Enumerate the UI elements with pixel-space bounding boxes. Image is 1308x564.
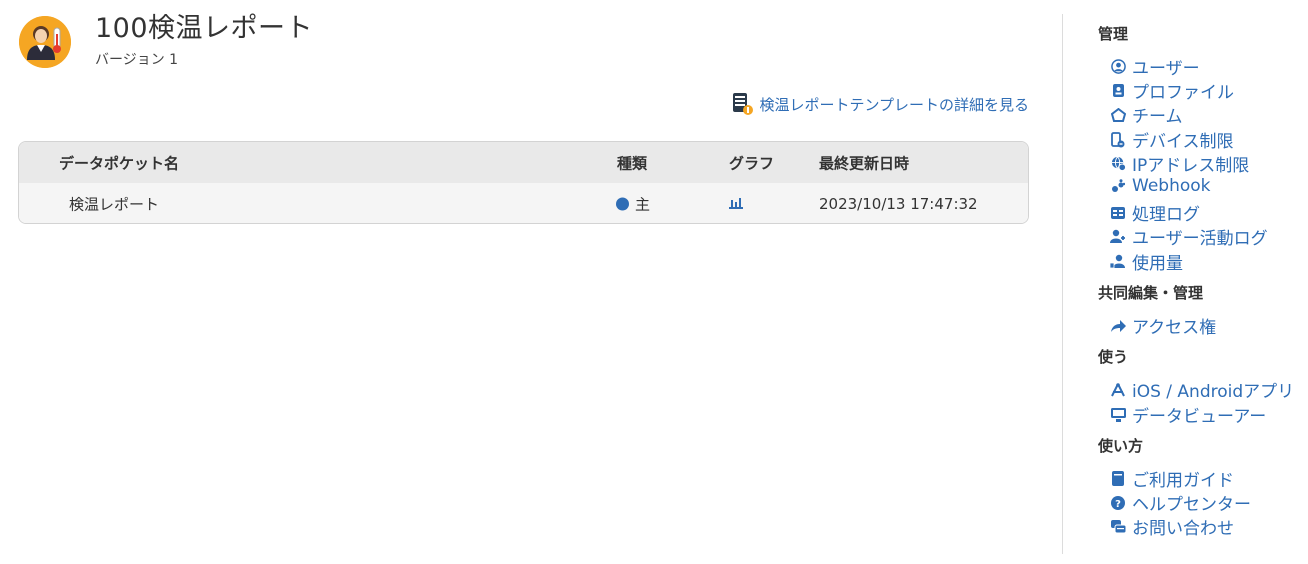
sidebar-item-team[interactable]: チーム bbox=[1110, 102, 1183, 127]
sidebar-item-label: Webhook bbox=[1132, 176, 1211, 196]
globe-icon bbox=[1110, 156, 1126, 172]
row-name[interactable]: 検温レポート bbox=[69, 193, 159, 214]
usage-icon bbox=[1110, 254, 1126, 270]
team-icon bbox=[1110, 107, 1126, 123]
webhook-icon bbox=[1110, 178, 1126, 194]
data-pocket-table: データポケット名 種類 グラフ 最終更新日時 検温レポート 主 2023/10/… bbox=[18, 141, 1029, 224]
sidebar-item-device-restriction[interactable]: デバイス制限 bbox=[1110, 127, 1234, 152]
sidebar-item-label: お問い合わせ bbox=[1132, 519, 1234, 539]
app-icon bbox=[1110, 382, 1126, 398]
sidebar-divider bbox=[1062, 14, 1063, 554]
help-icon: ? bbox=[1110, 495, 1126, 511]
sidebar-section-use: 使う bbox=[1098, 348, 1129, 366]
page-title: 100検温レポート bbox=[95, 13, 314, 44]
chat-icon bbox=[1110, 519, 1126, 535]
sidebar-item-label: 使用量 bbox=[1132, 254, 1183, 274]
sidebar-item-label: ユーザー bbox=[1132, 59, 1200, 79]
sidebar-section-howto: 使い方 bbox=[1098, 437, 1144, 455]
sidebar-item-label: ヘルプセンター bbox=[1132, 495, 1251, 515]
book-icon bbox=[1110, 471, 1126, 487]
app-icon bbox=[19, 16, 71, 68]
sidebar-section-collab: 共同編集・管理 bbox=[1098, 284, 1204, 302]
log-icon bbox=[1110, 205, 1126, 221]
sidebar-item-users[interactable]: ユーザー bbox=[1110, 54, 1200, 79]
sidebar-item-label: アクセス権 bbox=[1132, 318, 1217, 338]
template-link-label: 検温レポートテンプレートの詳細を見る bbox=[759, 95, 1029, 114]
sidebar-item-mobile-app[interactable]: iOS / Androidアプリ bbox=[1110, 377, 1294, 402]
device-restrict-icon bbox=[1110, 131, 1126, 148]
sidebar-item-webhook[interactable]: Webhook bbox=[1110, 176, 1210, 196]
id-card-icon bbox=[1110, 83, 1126, 99]
sidebar-item-label: データビューアー bbox=[1132, 407, 1267, 427]
sidebar-item-help-center[interactable]: ? ヘルプセンター bbox=[1110, 490, 1251, 515]
sidebar-item-label: チーム bbox=[1132, 107, 1183, 127]
column-header-kind: 種類 bbox=[617, 154, 648, 172]
monitor-icon bbox=[1110, 407, 1126, 423]
app-thermometer-person-icon bbox=[19, 16, 71, 68]
column-header-name: データポケット名 bbox=[59, 154, 180, 172]
sidebar-item-profile[interactable]: プロファイル bbox=[1110, 78, 1234, 103]
version-label: バージョン 1 bbox=[95, 52, 179, 68]
primary-dot-icon bbox=[616, 197, 629, 210]
column-header-graph: グラフ bbox=[729, 154, 775, 172]
template-detail-link[interactable]: 検温レポートテンプレートの詳細を見る bbox=[732, 92, 1029, 116]
bar-chart-icon[interactable] bbox=[729, 195, 743, 213]
template-icon bbox=[732, 92, 754, 116]
sidebar-item-label: プロファイル bbox=[1132, 83, 1234, 103]
sidebar-item-process-log[interactable]: 処理ログ bbox=[1110, 200, 1200, 225]
row-updated: 2023/10/13 17:47:32 bbox=[819, 194, 978, 213]
row-kind: 主 bbox=[616, 193, 650, 214]
user-circle-icon bbox=[1110, 59, 1126, 75]
sidebar-item-label: IPアドレス制限 bbox=[1132, 156, 1250, 176]
sidebar-item-data-viewer[interactable]: データビューアー bbox=[1110, 402, 1266, 427]
share-arrow-icon bbox=[1110, 318, 1126, 334]
sidebar-item-ip-restriction[interactable]: IPアドレス制限 bbox=[1110, 151, 1249, 176]
sidebar-item-usage[interactable]: 使用量 bbox=[1110, 249, 1183, 274]
sidebar-item-access-rights[interactable]: アクセス権 bbox=[1110, 313, 1216, 338]
sidebar-item-label: ユーザー活動ログ bbox=[1132, 229, 1268, 249]
table-row[interactable]: 検温レポート 主 2023/10/13 17:47:32 bbox=[19, 183, 1028, 223]
user-activity-icon bbox=[1110, 229, 1126, 245]
sidebar-item-label: iOS / Androidアプリ bbox=[1132, 382, 1295, 402]
sidebar-item-label: 処理ログ bbox=[1132, 205, 1200, 225]
sidebar-section-admin: 管理 bbox=[1098, 25, 1129, 43]
sidebar-item-label: デバイス制限 bbox=[1132, 132, 1234, 152]
sidebar-item-user-activity-log[interactable]: ユーザー活動ログ bbox=[1110, 224, 1268, 249]
svg-text:?: ? bbox=[1115, 499, 1121, 510]
sidebar-item-label: ご利用ガイド bbox=[1132, 471, 1234, 491]
sidebar-item-user-guide[interactable]: ご利用ガイド bbox=[1110, 466, 1234, 491]
sidebar-item-contact[interactable]: お問い合わせ bbox=[1110, 514, 1234, 539]
column-header-updated: 最終更新日時 bbox=[819, 154, 910, 172]
table-header: データポケット名 種類 グラフ 最終更新日時 bbox=[19, 142, 1028, 183]
row-kind-label: 主 bbox=[635, 195, 651, 213]
